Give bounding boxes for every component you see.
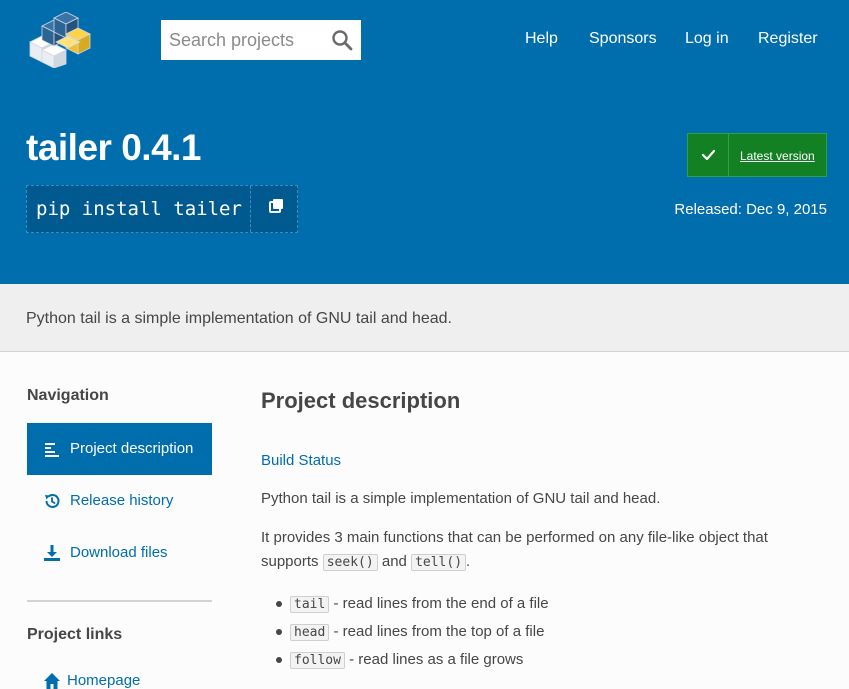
sidebar-item-release-history[interactable]: Release history	[27, 475, 212, 527]
build-status-link[interactable]: Build Status	[261, 452, 341, 469]
sidebar-item-download-files[interactable]: Download files	[27, 527, 212, 579]
navigation-heading: Navigation	[27, 387, 109, 404]
nav-register-link[interactable]: Register	[758, 30, 818, 48]
search-input[interactable]	[161, 20, 323, 60]
package-summary-bar: Python tail is a simple implementation o…	[0, 284, 849, 352]
copy-icon	[269, 199, 283, 213]
search-icon[interactable]	[331, 29, 353, 51]
history-icon	[45, 494, 60, 508]
sidebar-item-project-description[interactable]: Project description	[27, 423, 212, 475]
inline-code: tell()	[411, 554, 467, 571]
sidebar-item-label: Download files	[70, 544, 168, 561]
check-icon	[688, 134, 729, 176]
list-item: head - read lines from the top of a file	[274, 620, 549, 648]
description-paragraph: It provides 3 main functions that can be…	[261, 529, 768, 571]
list-item: follow - read lines as a file grows	[274, 648, 549, 676]
nav-help-link[interactable]: Help	[525, 30, 558, 48]
homepage-label: Homepage	[67, 672, 141, 689]
package-header: tailer 0.4.1 pip install tailer Latest v…	[0, 81, 849, 284]
pip-install-box: pip install tailer	[26, 185, 298, 233]
nav-sponsors-link[interactable]: Sponsors	[589, 30, 657, 48]
description-intro: Python tail is a simple implementation o…	[261, 490, 661, 507]
latest-version-badge[interactable]: Latest version	[687, 133, 827, 177]
package-summary: Python tail is a simple implementation o…	[26, 310, 452, 327]
sidebar-item-label: Project description	[70, 440, 194, 457]
list-item: tail - read lines from the end of a file	[274, 592, 549, 620]
project-links-heading: Project links	[27, 626, 123, 643]
release-date: Released: Dec 9, 2015	[674, 201, 827, 218]
inline-code: seek()	[322, 554, 378, 571]
function-list: tail - read lines from the end of a file…	[274, 592, 549, 676]
copy-button[interactable]	[251, 186, 298, 232]
align-left-icon	[45, 443, 59, 457]
pypi-logo-icon[interactable]	[26, 12, 94, 68]
sidebar-divider	[27, 600, 212, 602]
top-bar: Help Sponsors Log in Register	[0, 0, 849, 81]
package-title: tailer 0.4.1	[26, 127, 202, 168]
home-icon	[44, 673, 60, 689]
pip-command[interactable]: pip install tailer	[27, 186, 251, 232]
latest-version-link[interactable]: Latest version	[740, 149, 815, 163]
project-description-heading: Project description	[261, 388, 461, 413]
search-box	[161, 20, 361, 60]
download-icon	[44, 545, 60, 561]
sidebar-item-label: Release history	[70, 492, 174, 509]
nav-login-link[interactable]: Log in	[685, 30, 729, 48]
